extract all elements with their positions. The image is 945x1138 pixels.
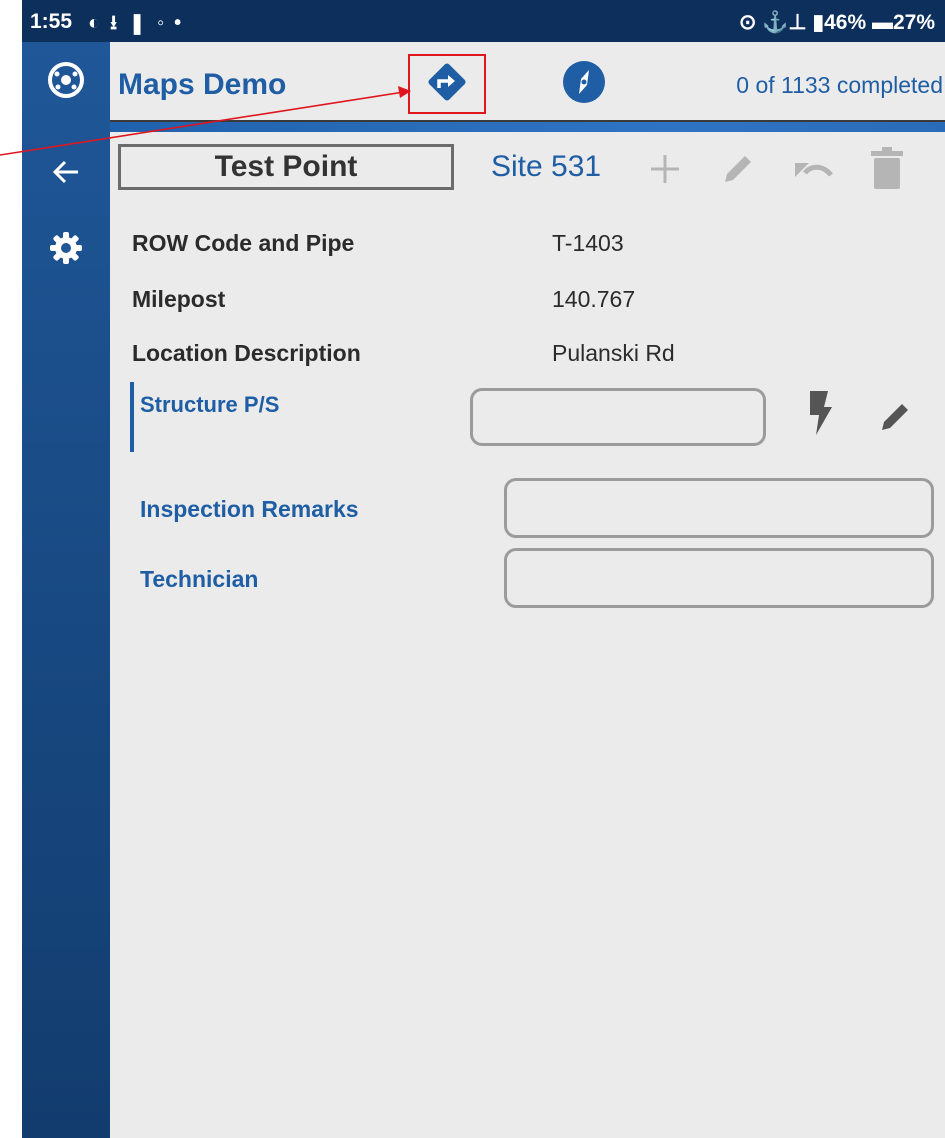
device-screen: 1:55 ◐⭳▮◦• ⊙ ⚓⊥ ▮46% ▬27% Maps Demo 0 of… [22,0,945,1138]
settings-gear-icon[interactable] [22,218,110,278]
field-label-location: Location Description [132,340,361,366]
directions-icon[interactable] [425,60,469,109]
field-label-milepost: Milepost [132,286,226,312]
technician-input[interactable] [504,548,934,608]
structure-edit-pencil-icon[interactable] [870,392,920,442]
record-panel: Test Point Site 531 ROW Code and Pipe T-… [110,120,945,1138]
structure-ps-input[interactable] [470,388,766,446]
field-value-location: Pulanski Rd [552,340,675,366]
inspection-remarks-input[interactable] [504,478,934,538]
status-time: 1:55 [30,10,73,33]
record-type-button[interactable]: Test Point [118,144,454,190]
edit-pencil-icon[interactable] [713,144,763,194]
app-bar: Maps Demo 0 of 1133 completed [110,42,945,122]
field-value-milepost: 140.767 [552,286,636,312]
structure-ps-label: Structure P/S [140,392,280,417]
inspection-remarks-label: Inspection Remarks [140,496,359,522]
sidebar [22,42,110,1138]
structure-accent-bar [130,382,134,452]
app-title: Maps Demo [118,68,287,101]
status-notification-icons: ◐⭳▮◦• [88,12,192,34]
field-value-row-code: T-1403 [552,230,624,256]
completed-counter: 0 of 1133 completed [736,72,943,98]
directions-button-highlight [408,54,486,114]
add-icon[interactable] [640,144,690,194]
field-label-row-code: ROW Code and Pipe [132,230,355,256]
status-bar: 1:55 ◐⭳▮◦• ⊙ ⚓⊥ ▮46% ▬27% [22,0,945,42]
undo-icon[interactable] [788,144,838,194]
back-arrow-icon[interactable] [22,142,110,202]
technician-label: Technician [140,566,259,592]
site-label: Site 531 [491,150,602,183]
compass-icon[interactable] [562,60,606,104]
status-right-indicators: ⊙ ⚓⊥ ▮46% ▬27% [738,11,935,34]
lightning-icon[interactable] [794,388,844,438]
delete-trash-icon[interactable] [862,144,912,194]
app-logo-icon[interactable] [22,50,110,110]
